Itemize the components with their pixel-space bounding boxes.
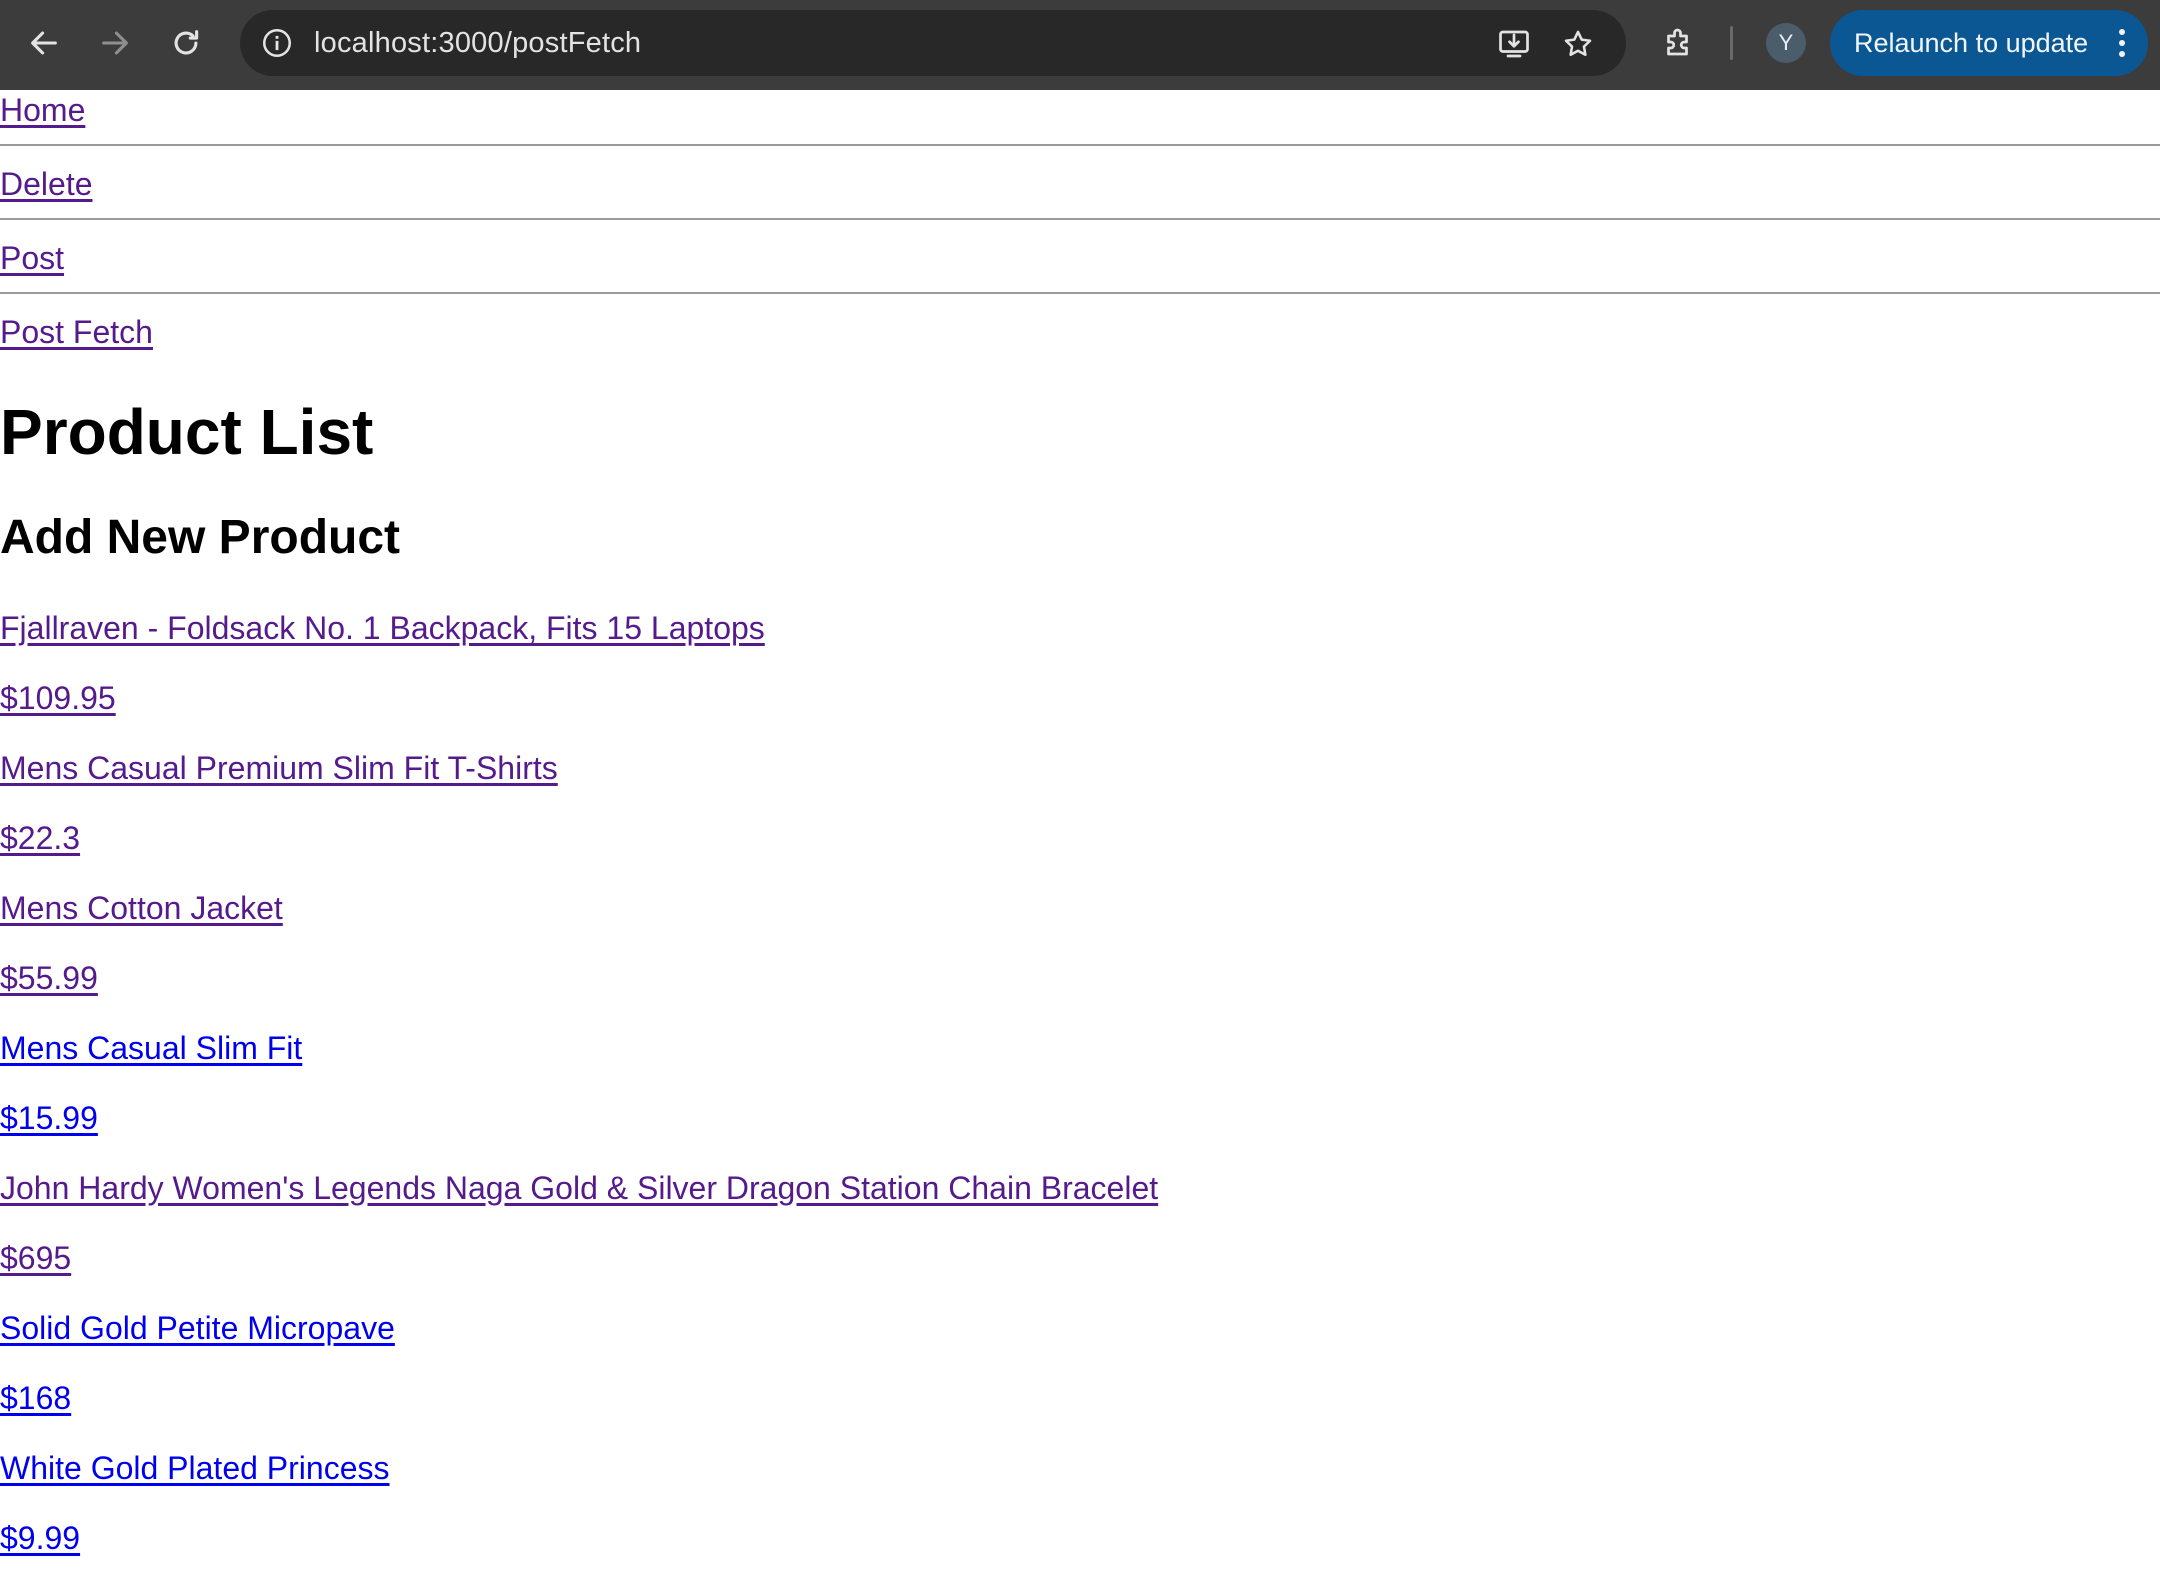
arrow-right-icon (102, 31, 128, 55)
product-price-link[interactable]: $22.3 (0, 818, 80, 858)
reload-icon (174, 30, 199, 55)
install-app-button[interactable] (1494, 24, 1534, 64)
nav-divider (0, 218, 2160, 220)
relaunch-to-update-button[interactable]: Relaunch to update (1830, 10, 2148, 76)
url-text[interactable]: localhost:3000/postFetch (314, 10, 641, 76)
nav-link-post[interactable]: Post (0, 238, 64, 278)
nav-link-post-fetch[interactable]: Post Fetch (0, 312, 153, 352)
product-name-link[interactable]: Mens Cotton Jacket (0, 888, 283, 928)
star-icon (1564, 30, 1592, 57)
browser-toolbar: localhost:3000/postFetch Y Relaunch to u… (0, 0, 2160, 90)
extensions-button[interactable] (1659, 22, 1699, 62)
page-content: Home Delete Post Post Fetch Product List… (0, 90, 2160, 1574)
address-bar[interactable]: localhost:3000/postFetch (240, 10, 1626, 76)
nav-divider (0, 144, 2160, 146)
toolbar-separator (1730, 26, 1733, 60)
back-button[interactable] (20, 19, 68, 67)
product-price-link[interactable]: $168 (0, 1378, 71, 1418)
site-info-button[interactable] (258, 24, 296, 62)
nav-divider (0, 292, 2160, 294)
product-price-link[interactable]: $55.99 (0, 958, 98, 998)
product-price-link[interactable]: $9.99 (0, 1518, 80, 1558)
product-name-link[interactable]: Mens Casual Slim Fit (0, 1028, 302, 1068)
bookmark-button[interactable] (1558, 24, 1598, 64)
forward-button[interactable] (91, 19, 139, 67)
reload-button[interactable] (162, 19, 210, 67)
info-icon (262, 28, 292, 58)
kebab-menu-icon (2119, 29, 2125, 57)
product-name-link[interactable]: John Hardy Women's Legends Naga Gold & S… (0, 1168, 1158, 1208)
product-price-link[interactable]: $695 (0, 1238, 71, 1278)
profile-avatar[interactable]: Y (1766, 23, 1806, 63)
page-title: Product List (0, 396, 374, 468)
product-price-link[interactable]: $15.99 (0, 1098, 98, 1138)
relaunch-label: Relaunch to update (1854, 28, 2089, 58)
arrow-left-icon (31, 31, 57, 55)
nav-link-delete[interactable]: Delete (0, 164, 93, 204)
nav-link-home[interactable]: Home (0, 90, 85, 130)
section-heading: Add New Product (0, 511, 401, 564)
install-app-icon (1499, 30, 1529, 58)
product-name-link[interactable]: Mens Casual Premium Slim Fit T-Shirts (0, 748, 558, 788)
product-name-link[interactable]: Solid Gold Petite Micropave (0, 1308, 395, 1348)
product-name-link[interactable]: White Gold Plated Princess (0, 1448, 390, 1488)
product-name-link[interactable]: Fjallraven - Foldsack No. 1 Backpack, Fi… (0, 608, 765, 648)
puzzle-icon (1667, 28, 1688, 56)
product-price-link[interactable]: $109.95 (0, 678, 116, 718)
